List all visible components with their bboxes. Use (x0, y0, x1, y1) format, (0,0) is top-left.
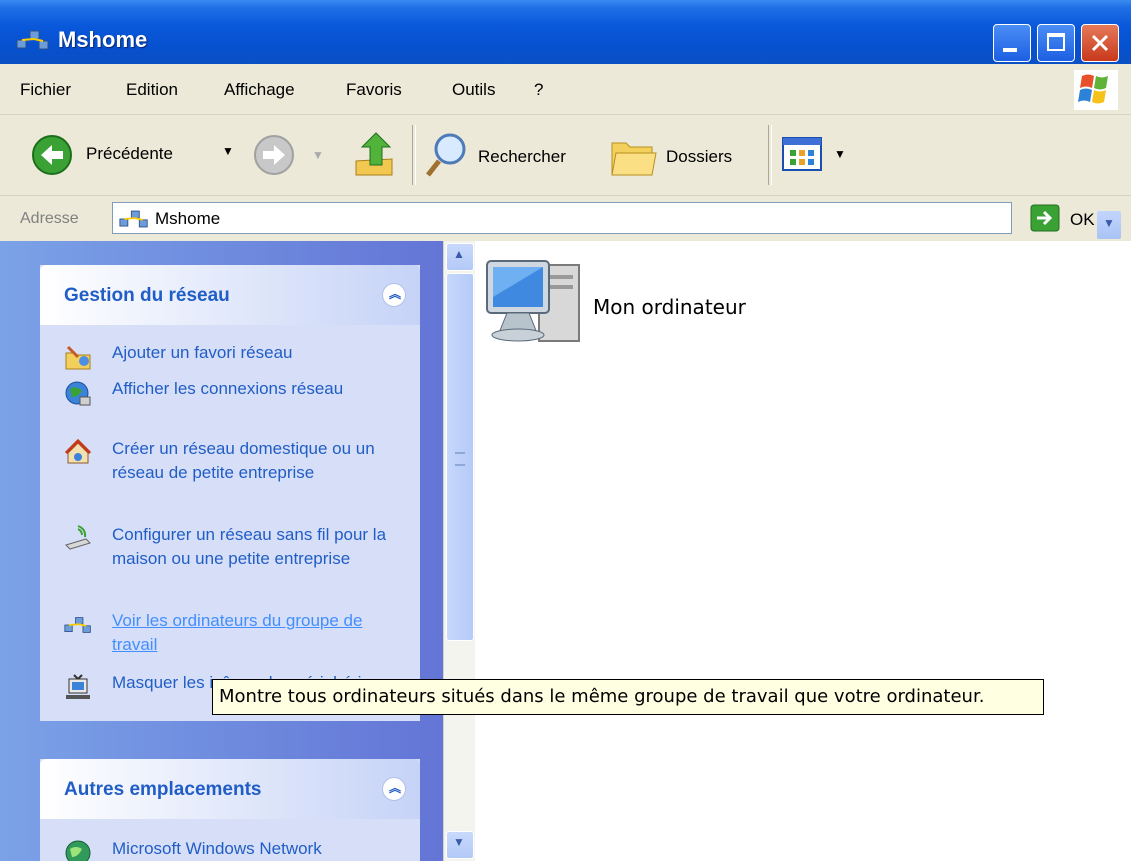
chevron-up-icon: ▲ (453, 247, 465, 261)
my-computer-icon (486, 260, 580, 342)
folders-button[interactable]: Dossiers (608, 131, 758, 179)
network-tasks-panel: Gestion du réseau ︽ Ajouter un favori ré… (40, 265, 420, 721)
network-icon (16, 30, 49, 50)
back-button[interactable]: Précédente ▼ (32, 131, 234, 175)
windows-logo-icon (1074, 70, 1118, 110)
folders-icon (611, 142, 657, 176)
grip-icon (455, 452, 465, 466)
home-network-icon (64, 439, 92, 464)
panel-title: Gestion du réseau (64, 285, 230, 306)
task-label: Microsoft Windows Network (112, 839, 322, 858)
scroll-down-button[interactable]: ▼ (446, 831, 474, 859)
menu-help[interactable]: ? (534, 80, 543, 100)
other-places-header[interactable]: Autres emplacements ︽ (40, 759, 420, 819)
explorer-window: Mshome Fichier Edition Affichage Favoris… (0, 0, 1131, 861)
forward-dropdown-icon: ▼ (312, 148, 324, 162)
menu-edit[interactable]: Edition (126, 80, 178, 100)
toolbar: Précédente ▼ ▼ Rechercher Dossiers ▼ (0, 115, 1131, 196)
collapse-button[interactable]: ︽ (382, 777, 406, 801)
back-arrow-icon (32, 135, 72, 175)
task-label: Afficher les connexions réseau (112, 379, 344, 398)
address-bar: Adresse Mshome ▼ OK (0, 196, 1131, 240)
toolbar-separator (768, 125, 772, 185)
close-button[interactable] (1081, 24, 1119, 62)
tooltip: Montre tous ordinateurs situés dans le m… (212, 679, 1044, 715)
collapse-button[interactable]: ︽ (382, 283, 406, 307)
address-label: Adresse (20, 210, 79, 227)
menu-tools[interactable]: Outils (452, 80, 495, 100)
chevron-up-icon: ︽ (389, 781, 402, 795)
chevron-down-icon: ▼ (453, 835, 465, 849)
go-button[interactable]: OK (1030, 202, 1120, 234)
window-title: Mshome (58, 27, 148, 52)
task-label: Ajouter un favori réseau (112, 343, 293, 362)
minimize-button[interactable] (993, 24, 1031, 62)
close-icon (1091, 34, 1109, 52)
windows-network-icon (65, 840, 91, 861)
menu-view[interactable]: Affichage (224, 80, 295, 100)
views-button[interactable]: ▼ (782, 137, 852, 173)
scroll-up-button[interactable]: ▲ (446, 243, 474, 271)
go-label: OK (1070, 210, 1095, 229)
views-dropdown-icon: ▼ (834, 147, 846, 161)
address-input[interactable]: Mshome ▼ (112, 202, 1121, 239)
menu-file[interactable]: Fichier (20, 80, 71, 100)
toolbar-separator (412, 125, 416, 185)
back-dropdown-icon[interactable]: ▼ (222, 144, 234, 158)
network-tasks-header[interactable]: Gestion du réseau ︽ (40, 265, 420, 325)
title-bar[interactable]: Mshome (0, 0, 1131, 64)
menu-bar: Fichier Edition Affichage Favoris Outils… (0, 64, 1131, 115)
scroll-thumb[interactable] (446, 273, 474, 641)
maximize-icon (1047, 33, 1065, 51)
network-connections-icon (65, 381, 91, 406)
network-icon (119, 210, 148, 228)
minimize-icon (1003, 48, 1017, 52)
panel-title: Autres emplacements (64, 779, 262, 800)
file-list: Mon ordinateur (475, 241, 1131, 861)
go-arrow-icon (1030, 204, 1060, 232)
item-my-computer[interactable]: Mon ordinateur (483, 251, 813, 355)
search-button[interactable]: Rechercher (424, 131, 594, 179)
wireless-network-icon (65, 525, 91, 550)
task-pane: Gestion du réseau ︽ Ajouter un favori ré… (0, 241, 443, 861)
task-label: Configurer un réseau sans fil pour la ma… (112, 525, 387, 568)
back-label: Précédente (86, 144, 173, 163)
menu-favorites[interactable]: Favoris (346, 80, 402, 100)
upnp-device-icon (66, 674, 90, 699)
search-icon (426, 133, 466, 177)
address-value: Mshome (155, 209, 221, 228)
item-label: Mon ordinateur (593, 295, 746, 319)
views-icon (782, 137, 822, 171)
maximize-button[interactable] (1037, 24, 1075, 62)
add-network-place-icon (65, 345, 91, 370)
task-pane-scrollbar[interactable]: ▲ ▼ (443, 241, 476, 861)
search-label: Rechercher (478, 147, 566, 166)
chevron-up-icon: ︽ (389, 287, 402, 301)
workgroup-icon (64, 617, 91, 633)
task-label: Voir les ordinateurs du groupe de travai… (112, 611, 363, 654)
up-folder-button[interactable] (352, 131, 398, 179)
other-places-panel: Autres emplacements ︽ Microsoft Windows … (40, 759, 420, 861)
forward-button[interactable] (254, 135, 298, 179)
folders-label: Dossiers (666, 147, 733, 166)
task-label: Créer un réseau domestique ou un réseau … (112, 439, 375, 482)
